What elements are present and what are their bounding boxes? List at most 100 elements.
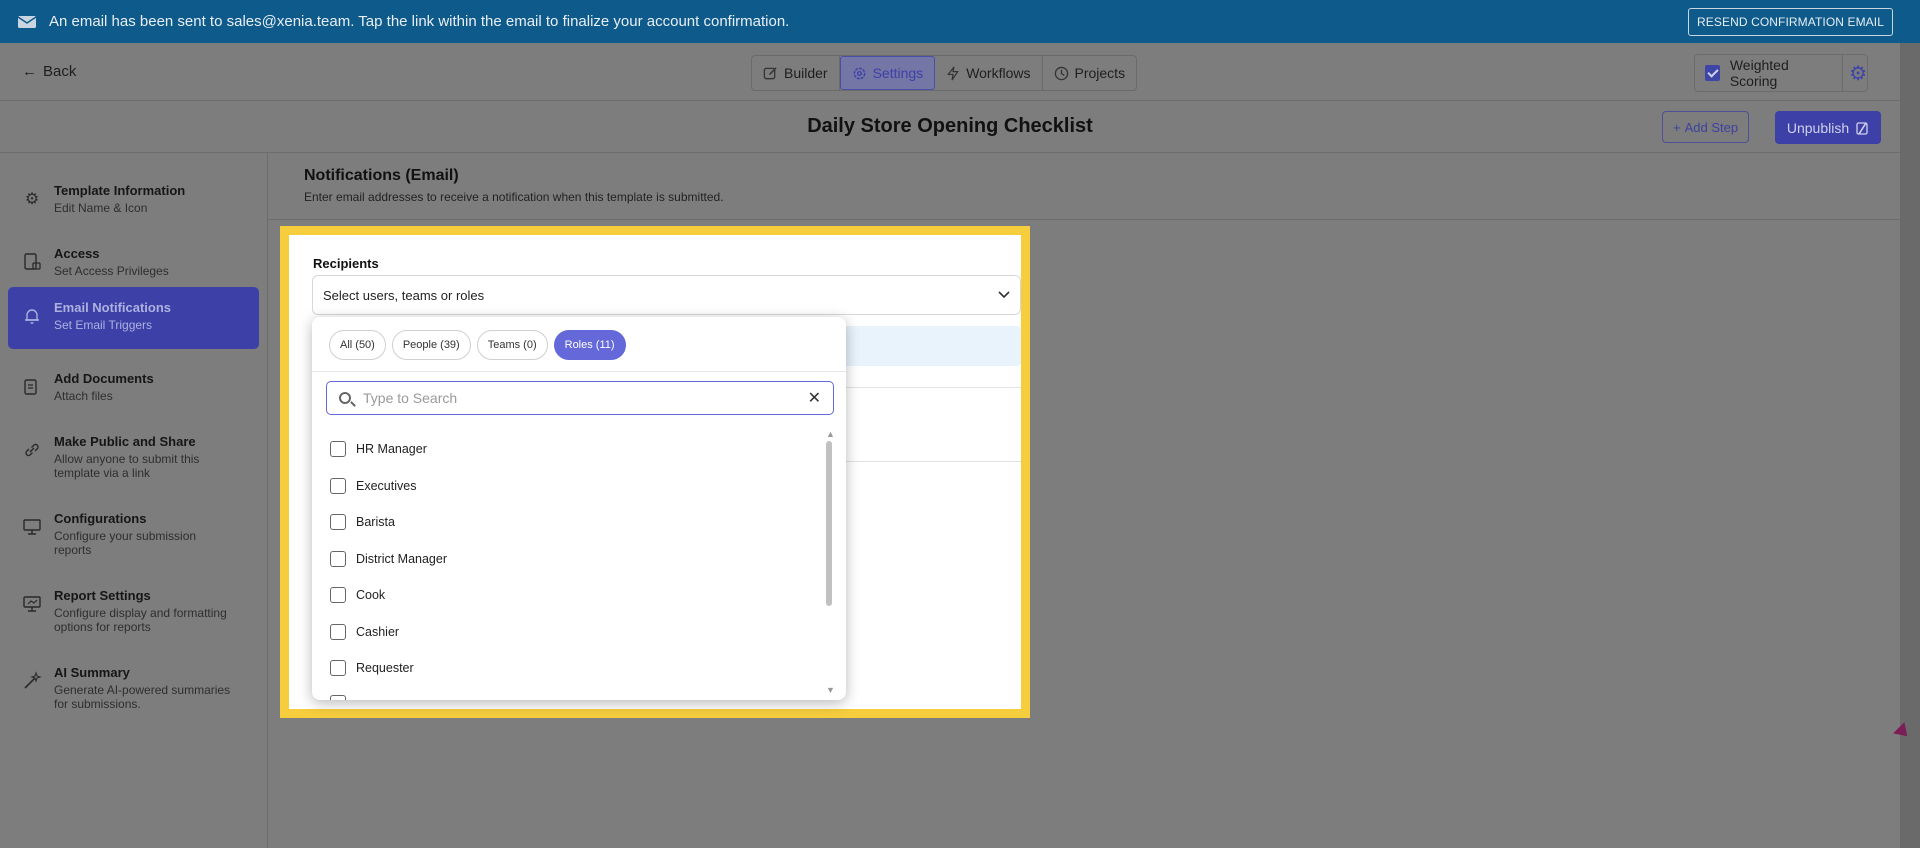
document-lock-icon [24, 253, 41, 270]
sidebar-item-make-public[interactable]: Make Public and Share Allow anyone to sub… [8, 424, 259, 494]
tab-projects[interactable]: Projects [1043, 56, 1137, 90]
banner-message: An email has been sent to sales@xenia.te… [49, 13, 790, 30]
sidebar-item-ai-summary[interactable]: AI Summary Generate AI-powered summaries … [8, 655, 259, 725]
documents-icon [24, 379, 37, 395]
filter-teams[interactable]: Teams (0) [476, 330, 548, 360]
scrollbar-thumb[interactable] [826, 441, 832, 606]
weighted-scoring-checkbox[interactable] [1705, 65, 1720, 81]
tab-projects-label: Projects [1074, 65, 1126, 81]
role-checkbox[interactable] [330, 695, 346, 700]
recipients-select[interactable]: Select users, teams or roles [312, 275, 1021, 315]
tab-workflows-label: Workflows [966, 65, 1031, 81]
sidebar-item-sub: Set Email Triggers [54, 318, 153, 332]
role-label: Requester [356, 661, 414, 676]
list-item[interactable]: District Manager [330, 541, 447, 578]
add-step-button[interactable]: + Add Step [1662, 111, 1750, 143]
filter-chips: All (50) People (39) Teams (0) Roles (11… [329, 330, 626, 360]
sidebar-item-sub: Attach files [54, 389, 113, 403]
tab-builder-label: Builder [784, 65, 828, 81]
filter-all[interactable]: All (50) [329, 330, 386, 360]
top-bar: ← Back Builder Settings Workflows Projec… [0, 43, 1900, 101]
weighted-scoring-control: Weighted Scoring ⚙ [1694, 54, 1868, 92]
role-label: Barista [356, 515, 395, 530]
pencil-icon [763, 66, 777, 79]
sidebar-item-sub: Edit Name & Icon [54, 201, 148, 215]
divider [312, 371, 846, 372]
gear-icon[interactable]: ⚙ [1849, 61, 1867, 86]
list-item[interactable]: Cook [330, 577, 447, 614]
divider [1842, 55, 1844, 91]
sidebar-item-access[interactable]: Access Set Access Privileges [8, 236, 259, 292]
recipients-dropdown: All (50) People (39) Teams (0) Roles (11… [312, 317, 846, 700]
back-label: Back [43, 63, 77, 80]
list-item[interactable]: HR Manager [330, 431, 447, 468]
search-input[interactable] [363, 390, 808, 406]
role-checkbox[interactable] [330, 514, 346, 531]
sidebar-item-sub: Generate AI-powered summaries for submis… [54, 683, 231, 711]
link-icon [25, 443, 39, 457]
list-item[interactable]: Cashier [330, 614, 447, 651]
title-bar: Daily Store Opening Checklist + Add Step… [0, 101, 1900, 153]
tab-settings[interactable]: Settings [839, 56, 936, 90]
sidebar-item-sub: Configure display and formatting options… [54, 606, 227, 634]
search-icon [339, 392, 351, 404]
recipients-panel: Recipients Select users, teams or roles … [280, 226, 1030, 718]
role-checkbox[interactable] [330, 477, 346, 494]
role-checkbox[interactable] [330, 623, 346, 640]
list-item[interactable]: Barista [330, 504, 447, 541]
gear-icon: ⚙ [24, 191, 40, 208]
chevron-down-icon [998, 291, 1010, 299]
sidebar-item-sub: Set Access Privileges [54, 264, 169, 278]
bell-icon [25, 309, 39, 324]
scroll-up-arrow-icon[interactable]: ▲ [826, 429, 835, 439]
sidebar-item-configurations[interactable]: Configurations Configure your submission … [8, 501, 259, 571]
sidebar-item-title: Make Public and Share [54, 434, 196, 449]
section-subtitle: Enter email addresses to receive a notif… [304, 190, 724, 204]
sidebar-item-add-documents[interactable]: Add Documents Attach files [8, 361, 259, 417]
sidebar-item-title: Configurations [54, 511, 147, 526]
sidebar-item-report-settings[interactable]: Report Settings Configure display and for… [8, 578, 259, 648]
mail-icon [17, 15, 37, 28]
weighted-scoring-label: Weighted Scoring [1729, 57, 1789, 89]
tab-settings-label: Settings [872, 65, 924, 81]
arrow-left-icon: ← [22, 63, 37, 80]
unpublish-button[interactable]: Unpublish [1775, 111, 1881, 144]
sidebar-item-sub: Configure your submission reports [54, 529, 197, 557]
roles-list: HR Manager Executives Barista District M… [330, 431, 447, 687]
sidebar-item-email-notifications[interactable]: Email Notifications Set Email Triggers [8, 287, 259, 349]
role-label: District Manager [356, 551, 447, 566]
sidebar-item-title: Access [54, 246, 100, 261]
bolt-icon [947, 66, 960, 80]
tab-builder[interactable]: Builder [752, 56, 840, 90]
role-label: HR Manager [356, 442, 427, 457]
back-button[interactable]: ← Back [22, 63, 76, 80]
list-item[interactable]: Requester [330, 650, 447, 687]
magic-wand-icon [24, 671, 42, 689]
filter-people[interactable]: People (39) [391, 330, 471, 360]
scroll-down-arrow-icon[interactable]: ▼ [826, 685, 835, 695]
plus-icon: + [1673, 119, 1681, 135]
presentation-icon [23, 519, 41, 535]
clock-icon [1054, 66, 1068, 80]
divider [268, 219, 1900, 220]
role-checkbox[interactable] [330, 660, 346, 677]
sidebar-item-title: Email Notifications [54, 300, 172, 315]
sidebar-item-title: Add Documents [54, 371, 154, 386]
role-label: Executives [356, 478, 417, 493]
filter-roles[interactable]: Roles (11) [553, 330, 626, 360]
report-icon [23, 596, 41, 612]
role-checkbox[interactable] [330, 441, 346, 458]
gear-icon [853, 67, 865, 79]
resend-confirmation-button[interactable]: RESEND CONFIRMATION EMAIL [1688, 7, 1893, 36]
mode-switcher: Builder Settings Workflows Projects [751, 55, 1138, 91]
sidebar-item-template-information[interactable]: ⚙ Template Information Edit Name & Icon [8, 173, 259, 229]
section-title: Notifications (Email) [304, 167, 459, 184]
role-checkbox[interactable] [330, 587, 346, 604]
confirmation-banner: An email has been sent to sales@xenia.te… [0, 0, 1920, 43]
page-title: Daily Store Opening Checklist [807, 115, 1093, 137]
role-checkbox[interactable] [330, 550, 346, 567]
close-icon[interactable]: ✕ [808, 388, 821, 408]
tab-workflows[interactable]: Workflows [935, 56, 1043, 90]
list-item[interactable]: Executives [330, 468, 447, 505]
search-box: ✕ [326, 381, 834, 415]
